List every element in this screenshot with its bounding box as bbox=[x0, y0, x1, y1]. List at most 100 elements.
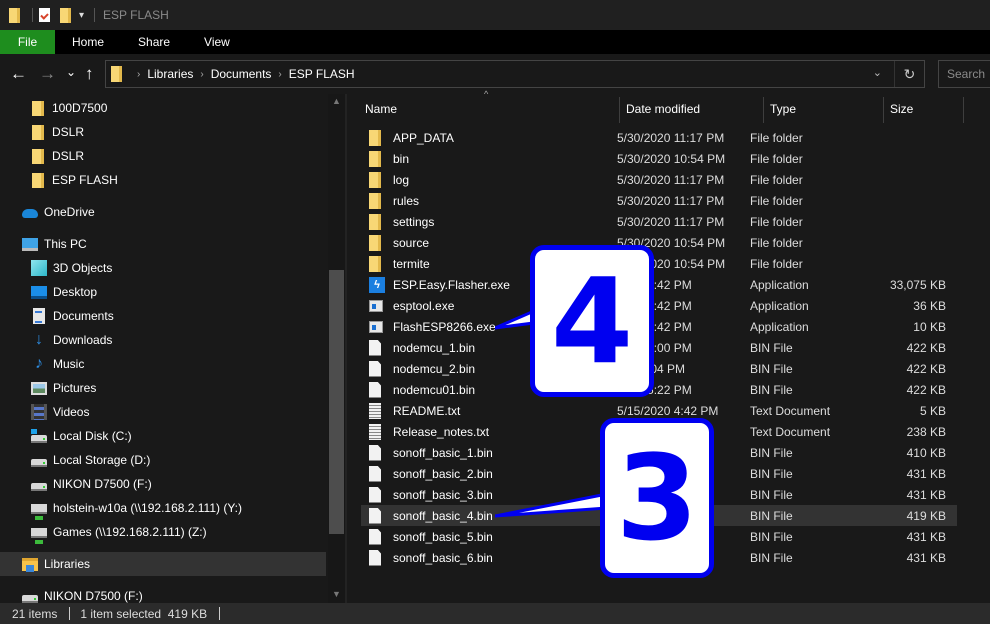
sidebar-item-dslr[interactable]: DSLR bbox=[32, 120, 84, 144]
system-drive-icon bbox=[31, 429, 47, 443]
navigation-bar: ← → ⌄ ↑ › Libraries › Documents › ESP FL… bbox=[0, 54, 990, 133]
sidebar-item-documents[interactable]: Documents bbox=[31, 304, 114, 328]
network-drive-icon bbox=[31, 504, 47, 520]
file-row[interactable]: bin 5/30/2020 10:54 PM File folder bbox=[361, 148, 957, 169]
cloud-icon bbox=[22, 209, 38, 218]
sidebar-item-100d7500[interactable]: 100D7500 bbox=[32, 96, 107, 120]
window-title: ESP FLASH bbox=[103, 8, 169, 22]
tab-file[interactable]: File bbox=[0, 30, 55, 54]
sidebar-item-videos[interactable]: Videos bbox=[31, 400, 89, 424]
sidebar-item-dslr[interactable]: DSLR bbox=[32, 144, 84, 168]
sidebar-item-music[interactable]: ♪ Music bbox=[31, 352, 84, 376]
file-type: Application bbox=[750, 277, 809, 292]
cube-icon bbox=[31, 260, 47, 276]
column-date-modified[interactable]: Date modified bbox=[620, 94, 763, 124]
sidebar-item-label: Music bbox=[53, 357, 85, 371]
sidebar-item-onedrive[interactable]: OneDrive bbox=[22, 200, 95, 224]
refresh-icon[interactable]: ↻ bbox=[894, 61, 924, 87]
file-row[interactable]: source 5/30/2020 10:54 PM File folder bbox=[361, 232, 957, 253]
sidebar-item-label: DSLR bbox=[52, 149, 85, 163]
sidebar-item-local-storage-d[interactable]: Local Storage (D:) bbox=[31, 448, 150, 472]
sidebar-item-3d-objects[interactable]: 3D Objects bbox=[31, 256, 112, 280]
chevron-right-icon[interactable]: › bbox=[278, 69, 281, 80]
file-row[interactable]: ϟ ESP.Easy.Flasher.exe 2020 4:42 PM Applica… bbox=[361, 274, 957, 295]
column-type[interactable]: Type bbox=[764, 94, 884, 124]
callout-3-label: 3 bbox=[615, 429, 699, 567]
separator bbox=[219, 607, 221, 620]
sidebar-item-games-z[interactable]: Games (\\192.168.2.111) (Z:) bbox=[31, 520, 207, 544]
address-bar[interactable]: › Libraries › Documents › ESP FLASH ⌄ ↻ bbox=[105, 60, 925, 88]
scrollbar-thumb[interactable] bbox=[329, 270, 344, 534]
file-row[interactable]: termite 5/30/2020 10:54 PM File folder bbox=[361, 253, 957, 274]
file-name: sonoff_basic_4.bin bbox=[393, 508, 493, 523]
drive-icon bbox=[22, 595, 38, 603]
sidebar-item-this-pc[interactable]: This PC bbox=[22, 232, 87, 256]
sidebar-item-libraries[interactable]: Libraries bbox=[0, 552, 326, 576]
separator bbox=[32, 8, 33, 22]
folder-icon bbox=[369, 129, 381, 146]
address-dropdown-icon[interactable]: ⌄ bbox=[873, 66, 882, 79]
sidebar-item-label: Games (\\192.168.2.111) (Z:) bbox=[53, 525, 207, 539]
recent-locations-chevron-icon[interactable]: ⌄ bbox=[66, 62, 76, 82]
sidebar-item-label: Videos bbox=[53, 405, 90, 419]
folder-icon[interactable] bbox=[9, 7, 20, 23]
file-row[interactable]: nodemcu_1.bin 2020 1:00 PM BIN File 422 KB bbox=[361, 337, 957, 358]
sidebar-scrollbar[interactable]: ▲ ▼ bbox=[328, 94, 345, 603]
properties-icon[interactable] bbox=[39, 8, 50, 22]
file-name: termite bbox=[393, 256, 430, 271]
sidebar-item-label: OneDrive bbox=[44, 205, 95, 219]
file-row[interactable]: nodemcu_2.bin020 7:04 PMBIN File422 KB bbox=[361, 358, 957, 379]
tab-home[interactable]: Home bbox=[55, 30, 121, 54]
file-row[interactable]: nodemcu01.bin 2020 5:22 PM BIN File 422 KB bbox=[361, 379, 957, 400]
pictures-icon bbox=[31, 381, 47, 395]
application-icon bbox=[369, 320, 383, 333]
chevron-right-icon[interactable]: › bbox=[200, 69, 203, 80]
file-name: settings bbox=[393, 214, 435, 229]
sidebar-item-nikon-d7500[interactable]: NIKON D7500 (F:) bbox=[31, 472, 152, 496]
new-folder-icon[interactable] bbox=[60, 7, 71, 23]
file-row[interactable]: rules 5/30/2020 11:17 PM File folder bbox=[361, 190, 957, 211]
sidebar-item-label: 100D7500 bbox=[52, 101, 108, 115]
file-name: nodemcu_1.bin bbox=[393, 340, 476, 355]
file-row[interactable]: log 5/30/2020 11:17 PM File folder bbox=[361, 169, 957, 190]
desktop-icon bbox=[31, 285, 47, 299]
sidebar-item-nikon-d7500-f[interactable]: NIKON D7500 (F:) bbox=[22, 584, 143, 603]
file-row[interactable]: settings 5/30/2020 11:17 PM File folder bbox=[361, 211, 957, 232]
file-type: File folder bbox=[750, 193, 803, 208]
sidebar-item-local-disk-c[interactable]: Local Disk (C:) bbox=[31, 424, 132, 448]
back-arrow-icon[interactable]: ← bbox=[10, 64, 27, 84]
chevron-right-icon[interactable]: › bbox=[137, 69, 140, 80]
file-row[interactable]: APP_DATA 5/30/2020 11:17 PM File folder bbox=[361, 127, 957, 148]
breadcrumb-libraries[interactable]: Libraries bbox=[147, 67, 193, 81]
sidebar-item-esp-flash[interactable]: ESP FLASH bbox=[32, 168, 118, 192]
sidebar-item-label: Pictures bbox=[53, 381, 97, 395]
scroll-down-icon[interactable]: ▼ bbox=[328, 589, 345, 599]
scroll-up-icon[interactable]: ▲ bbox=[328, 96, 345, 106]
tab-share[interactable]: Share bbox=[121, 30, 187, 54]
tab-view[interactable]: View bbox=[187, 30, 247, 54]
up-arrow-icon[interactable]: ↑ bbox=[85, 64, 94, 84]
column-size[interactable]: Size bbox=[884, 94, 964, 124]
file-row[interactable]: esptool.exe 2020 4:42 PM Application 36 KB bbox=[361, 295, 957, 316]
file-icon bbox=[369, 507, 381, 524]
file-icon bbox=[369, 486, 381, 503]
forward-arrow-icon[interactable]: → bbox=[39, 64, 56, 84]
documents-icon bbox=[33, 308, 45, 324]
column-divider[interactable] bbox=[963, 97, 964, 123]
network-drive-icon bbox=[31, 528, 47, 544]
sidebar-item-desktop[interactable]: Desktop bbox=[31, 280, 97, 304]
file-size: 422 KB bbox=[906, 361, 946, 376]
sidebar-item-holstein-y[interactable]: holstein-w10a (\\192.168.2.111) (Y:) bbox=[31, 496, 242, 520]
file-row[interactable]: FlashESP8266.exe 2020 4:42 PM Application 1… bbox=[361, 316, 957, 337]
sidebar-item-downloads[interactable]: ↓ Downloads bbox=[31, 328, 112, 352]
breadcrumb-documents[interactable]: Documents bbox=[211, 67, 272, 81]
search-input[interactable]: Search ESP FLASH bbox=[938, 60, 990, 133]
file-type: BIN File bbox=[750, 361, 793, 376]
file-type: BIN File bbox=[750, 550, 793, 565]
breadcrumb-esp-flash[interactable]: ESP FLASH bbox=[289, 67, 355, 81]
customize-dropdown-icon[interactable]: ▾ bbox=[79, 10, 84, 21]
file-size: 431 KB bbox=[906, 550, 946, 565]
folder-icon bbox=[369, 192, 381, 209]
sidebar-item-pictures[interactable]: Pictures bbox=[31, 376, 96, 400]
column-name[interactable]: Name bbox=[359, 94, 619, 124]
